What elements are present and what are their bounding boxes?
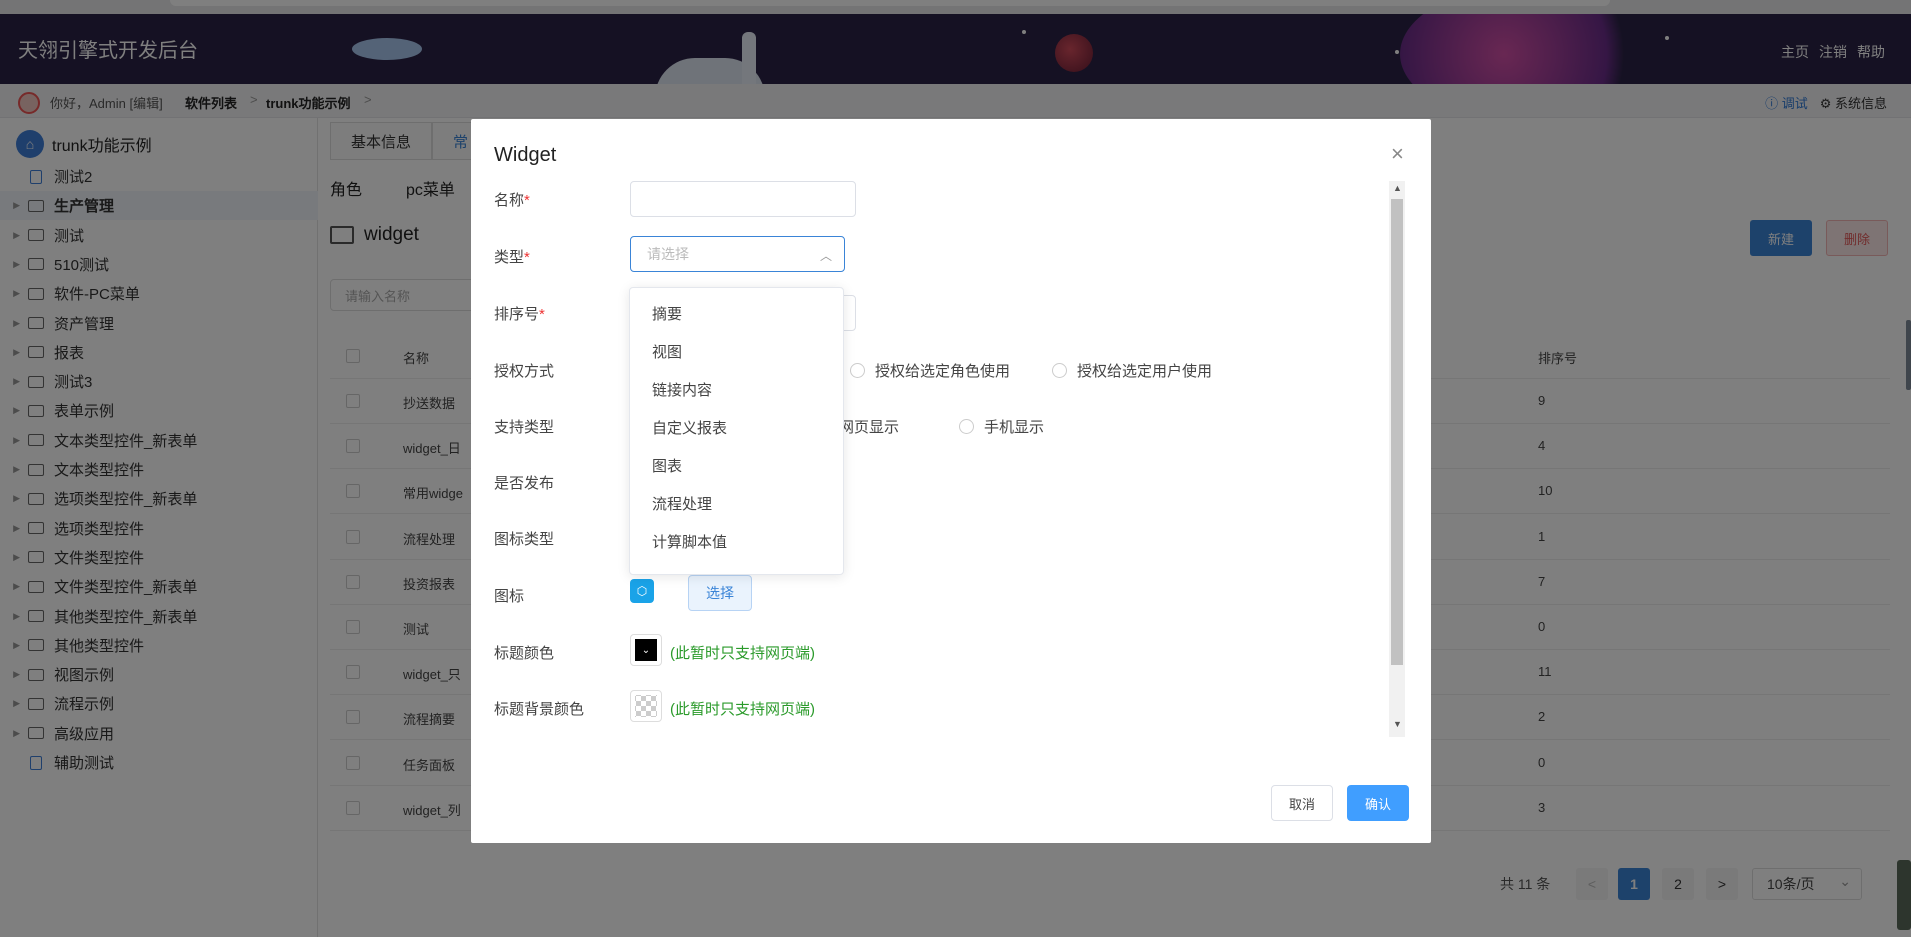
cube-icon: ⬡ (630, 579, 654, 603)
dropdown-option[interactable]: 流程处理 (630, 486, 843, 524)
dropdown-option[interactable]: 视图 (630, 334, 843, 372)
dropdown-option[interactable]: 摘要 (630, 296, 843, 334)
radio-circle (959, 419, 974, 434)
auth-user-radio[interactable]: 授权给选定用户使用 (1052, 360, 1212, 381)
title-bg-color-row: 标题背景颜色 (此暂时只支持网页端) (494, 688, 1394, 728)
widget-dialog: Widget × 名称* 类型* 请选择 ︿ 排序号* 授权方式 授权给选定角色… (471, 119, 1431, 843)
dropdown-option[interactable]: 计算脚本值 (630, 524, 843, 562)
type-dropdown: 摘要 视图 链接内容 自定义报表 图表 流程处理 计算脚本值 (629, 287, 844, 575)
title-color-picker[interactable]: ⌄ (630, 634, 662, 666)
dropdown-option[interactable]: 自定义报表 (630, 410, 843, 448)
radio-circle (1052, 363, 1067, 378)
auth-role-radio[interactable]: 授权给选定角色使用 (850, 360, 1010, 381)
scroll-down-icon[interactable]: ▼ (1393, 719, 1402, 729)
name-field[interactable] (630, 181, 856, 217)
icon-label: 图标 (494, 588, 525, 605)
auth-label: 授权方式 (494, 363, 555, 380)
cancel-button[interactable]: 取消 (1271, 785, 1333, 821)
title-bg-color-picker[interactable] (630, 690, 662, 722)
icon-type-label: 图标类型 (494, 531, 555, 548)
confirm-button[interactable]: 确认 (1347, 785, 1409, 821)
chevron-down-icon: ⌄ (635, 639, 657, 661)
chevron-up-icon: ︿ (819, 249, 832, 263)
dropdown-options: 摘要 视图 链接内容 自定义报表 图表 流程处理 计算脚本值 (630, 296, 843, 562)
scrollbar-thumb[interactable] (1391, 199, 1403, 665)
name-label: 名称* (494, 192, 530, 209)
name-row: 名称* (494, 179, 1394, 219)
transparent-swatch (635, 695, 657, 717)
type-label: 类型* (494, 249, 530, 266)
dropdown-option[interactable]: 图表 (630, 448, 843, 486)
dialog-body: 名称* 类型* 请选择 ︿ 排序号* 授权方式 授权给选定角色使用 授权给选定用… (471, 179, 1416, 739)
dialog-title: Widget (494, 144, 557, 166)
order-label: 排序号* (494, 306, 545, 323)
dialog-scrollbar[interactable]: ▲ ▼ (1389, 181, 1405, 737)
title-bg-color-label: 标题背景颜色 (494, 701, 585, 718)
dropdown-option[interactable]: 链接内容 (630, 372, 843, 410)
support-mobile-radio[interactable]: 手机显示 (959, 416, 1044, 437)
radio-circle (850, 363, 865, 378)
type-select[interactable]: 请选择 ︿ (630, 236, 845, 272)
choose-icon-button[interactable]: 选择 (688, 575, 752, 611)
title-color-row: 标题颜色 ⌄ (此暂时只支持网页端) (494, 632, 1394, 672)
type-select-placeholder: 请选择 (647, 246, 689, 262)
support-label: 支持类型 (494, 419, 555, 436)
type-row: 类型* 请选择 ︿ (494, 236, 1394, 276)
web-only-note: (此暂时只支持网页端) (670, 645, 815, 662)
scroll-up-icon[interactable]: ▲ (1393, 183, 1402, 193)
icon-row: 图标 ⬡ 选择 (494, 575, 1394, 615)
title-color-label: 标题颜色 (494, 645, 555, 662)
close-icon[interactable]: × (1391, 141, 1404, 167)
publish-label: 是否发布 (494, 475, 555, 492)
web-only-note: (此暂时只支持网页端) (670, 701, 815, 718)
